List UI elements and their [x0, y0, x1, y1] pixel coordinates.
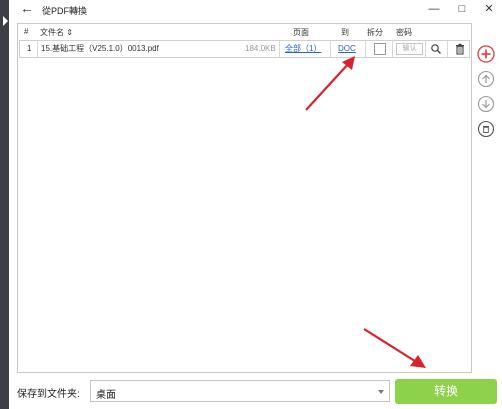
row-index: 1: [27, 44, 32, 53]
col-header-pages: 页面: [293, 28, 309, 37]
row-separator: [330, 41, 331, 57]
save-folder-label: 保存到文件夹:: [17, 389, 80, 400]
output-format-link[interactable]: DOC: [338, 41, 356, 57]
file-table: # 文件名 ⇕ 页面 到 拆分 密码 1 15.基础工程（V25.1.0）001…: [17, 23, 472, 373]
convert-button[interactable]: 转换: [395, 379, 497, 404]
move-up-button[interactable]: [477, 70, 495, 88]
trash-icon[interactable]: [454, 43, 466, 55]
back-arrow-icon[interactable]: ←: [19, 1, 35, 17]
left-sidebar-strip: [0, 0, 9, 409]
minimize-button[interactable]: —: [427, 2, 441, 16]
title-bar: ← 從PDF轉換 — □ ✕: [9, 0, 502, 18]
col-header-to: 到: [341, 28, 349, 37]
save-folder-select[interactable]: 桌面: [90, 380, 390, 402]
password-input[interactable]: 输认: [396, 43, 423, 55]
row-separator: [425, 41, 426, 57]
chevron-down-icon: [378, 390, 384, 394]
close-button[interactable]: ✕: [482, 2, 496, 16]
move-up-icon: [477, 70, 495, 88]
add-icon: [477, 45, 495, 63]
row-separator: [37, 41, 38, 57]
table-header: # 文件名 ⇕ 页面 到 拆分 密码: [18, 24, 471, 38]
col-header-filename[interactable]: 文件名 ⇕: [40, 27, 73, 38]
add-file-button[interactable]: [477, 45, 495, 63]
row-filename: 15.基础工程（V25.1.0）0013.pdf: [41, 44, 159, 53]
col-header-split: 拆分: [367, 28, 383, 37]
split-checkbox[interactable]: [374, 43, 386, 55]
search-icon[interactable]: [430, 43, 442, 55]
move-down-icon: [477, 95, 495, 113]
row-separator: [447, 41, 448, 57]
pages-range-link[interactable]: 全部（1）: [285, 41, 321, 57]
maximize-button[interactable]: □: [455, 2, 469, 16]
col-header-index: #: [24, 27, 29, 36]
delete-icon: [477, 120, 495, 138]
folder-value: 桌面: [96, 390, 116, 401]
row-separator: [279, 41, 280, 57]
window-title: 從PDF轉換: [42, 6, 88, 16]
delete-all-button[interactable]: [477, 120, 495, 138]
row-separator: [392, 41, 393, 57]
row-filesize: 184.0KB: [245, 44, 276, 53]
col-header-password: 密码: [396, 28, 412, 37]
row-separator: [365, 41, 366, 57]
sidebar-notch-icon: [3, 16, 8, 26]
table-row[interactable]: 1 15.基础工程（V25.1.0）0013.pdf 184.0KB 全部（1）…: [19, 40, 470, 58]
move-down-button[interactable]: [477, 95, 495, 113]
